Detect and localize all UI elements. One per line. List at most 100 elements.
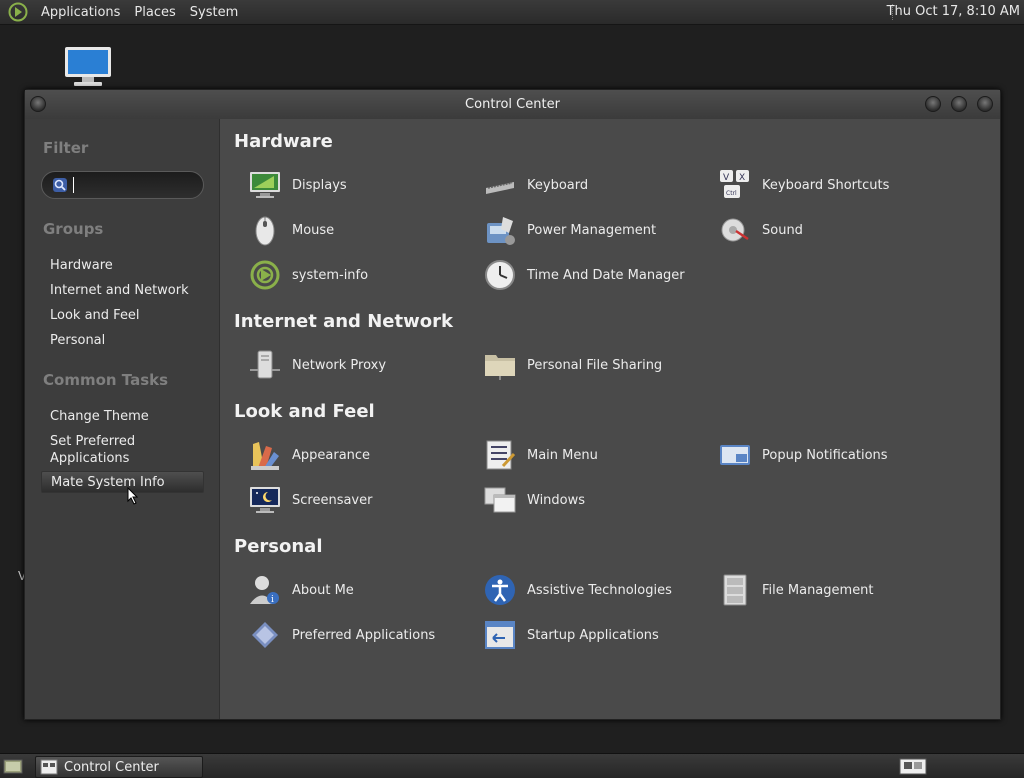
places-menu[interactable]: Places [127, 5, 182, 20]
top-panel: Applications Places System Thu Oct 17, 8… [0, 0, 1024, 25]
applications-menu[interactable]: Applications [34, 5, 127, 20]
popup-notifications-icon [720, 445, 750, 465]
item-about-me[interactable]: i About Me [248, 572, 354, 608]
item-file-management[interactable]: File Management [718, 572, 874, 608]
mouse-pointer-icon [127, 487, 139, 505]
item-label: Screensaver [292, 492, 373, 508]
screensaver-icon [250, 487, 280, 513]
task-change-theme[interactable]: Change Theme [50, 408, 149, 425]
item-mouse[interactable]: Mouse [248, 212, 334, 248]
item-label: About Me [292, 582, 354, 598]
group-title-hardware: Hardware [234, 131, 333, 152]
item-startup-applications[interactable]: Startup Applications [483, 617, 659, 653]
group-title-look-and-feel: Look and Feel [234, 401, 375, 422]
keyboard-shortcuts-icon: V X Ctrl [720, 170, 749, 198]
item-label: Preferred Applications [292, 627, 436, 643]
common-tasks-heading: Common Tasks [43, 371, 169, 389]
item-power-management[interactable]: Power Management [483, 212, 656, 248]
main-menu-icon [486, 440, 516, 470]
item-label: Keyboard [527, 177, 589, 193]
system-menu[interactable]: System [183, 5, 245, 20]
sound-icon [721, 218, 749, 242]
window-titlebar[interactable]: Control Center [25, 90, 1000, 119]
task-mate-system-info[interactable]: Mate System Info [41, 471, 204, 493]
item-label: File Management [762, 582, 874, 598]
item-label: Keyboard Shortcuts [762, 177, 890, 193]
accessibility-icon [485, 575, 515, 605]
item-main-menu[interactable]: Main Menu [483, 437, 598, 473]
folder-share-icon [485, 355, 515, 380]
appearance-icon [251, 442, 279, 470]
item-label: Personal File Sharing [527, 357, 663, 373]
window-title: Control Center [465, 97, 560, 112]
mouse-icon [255, 216, 275, 246]
item-label: Time And Date Manager [527, 267, 685, 283]
sidebar-item-look-and-feel[interactable]: Look and Feel [50, 307, 140, 324]
window-menu-button[interactable] [30, 96, 46, 112]
close-button[interactable] [977, 96, 993, 112]
item-label: Popup Notifications [762, 447, 888, 463]
computer-desktop-icon[interactable] [62, 45, 114, 89]
item-label: Windows [527, 492, 586, 508]
item-label: Assistive Technologies [527, 582, 672, 598]
item-keyboard[interactable]: Keyboard [483, 167, 588, 203]
item-label: Main Menu [527, 447, 598, 463]
clock[interactable]: Thu Oct 17, 8:10 AM [887, 4, 1020, 19]
groups-heading: Groups [43, 220, 104, 238]
item-network-proxy[interactable]: Network Proxy [248, 347, 386, 383]
item-label: Power Management [527, 222, 657, 238]
sidebar-item-internet-and-network[interactable]: Internet and Network [50, 282, 189, 299]
taskbar-item-label: Control Center [64, 759, 159, 775]
workspace-switcher-icon[interactable] [899, 758, 927, 775]
svg-text:Ctrl: Ctrl [726, 190, 737, 197]
file-cabinet-icon [723, 574, 747, 606]
item-label: system-info [292, 267, 369, 283]
item-personal-file-sharing[interactable]: Personal File Sharing [483, 347, 662, 383]
item-label: Startup Applications [527, 627, 659, 643]
clock-icon [485, 260, 515, 290]
item-sound[interactable]: Sound [718, 212, 803, 248]
group-title-personal: Personal [234, 536, 323, 557]
item-screensaver[interactable]: Screensaver [248, 482, 372, 518]
item-label: Sound [762, 222, 803, 238]
mate-logo-icon[interactable] [8, 2, 28, 22]
item-time-and-date-manager[interactable]: Time And Date Manager [483, 257, 685, 293]
main-panel: Hardware Displays Keyboard V X Ctrl Keyb… [219, 119, 1000, 719]
sidebar-item-hardware[interactable]: Hardware [50, 257, 113, 274]
preferred-apps-icon [252, 622, 278, 648]
control-center-icon [40, 759, 58, 775]
keyboard-icon [486, 182, 514, 194]
item-keyboard-shortcuts[interactable]: V X Ctrl Keyboard Shortcuts [718, 167, 889, 203]
filter-heading: Filter [43, 139, 89, 157]
network-proxy-icon [250, 350, 280, 379]
taskbar-item-control-center[interactable]: Control Center [35, 756, 203, 778]
item-displays[interactable]: Displays [248, 167, 347, 203]
filter-input[interactable] [41, 171, 204, 199]
display-icon [250, 172, 280, 198]
system-info-icon [250, 260, 280, 290]
text-cursor [73, 177, 74, 193]
item-label: Mouse [292, 222, 335, 238]
task-set-preferred-applications[interactable]: Set Preferred Applications [50, 433, 135, 467]
item-system-info[interactable]: system-info [248, 257, 368, 293]
control-center-window: Control Center Filter Groups Hardware In… [24, 89, 1001, 720]
item-preferred-applications[interactable]: Preferred Applications [248, 617, 435, 653]
item-assistive-technologies[interactable]: Assistive Technologies [483, 572, 672, 608]
item-label: Displays [292, 177, 347, 193]
maximize-button[interactable] [951, 96, 967, 112]
svg-text:V: V [723, 173, 730, 183]
item-popup-notifications[interactable]: Popup Notifications [718, 437, 888, 473]
bottom-panel: Control Center [0, 753, 1024, 778]
windows-icon [484, 487, 516, 513]
startup-apps-icon [485, 621, 515, 649]
sidebar-item-personal[interactable]: Personal [50, 332, 105, 349]
group-title-internet-and-network: Internet and Network [234, 311, 453, 332]
item-label: Network Proxy [292, 357, 387, 373]
power-management-icon [487, 217, 515, 245]
svg-text:X: X [739, 173, 745, 183]
minimize-button[interactable] [925, 96, 941, 112]
item-windows[interactable]: Windows [483, 482, 585, 518]
sidebar: Filter Groups Hardware Internet and Netw… [25, 119, 219, 719]
show-desktop-icon[interactable] [3, 758, 23, 775]
item-appearance[interactable]: Appearance [248, 437, 370, 473]
